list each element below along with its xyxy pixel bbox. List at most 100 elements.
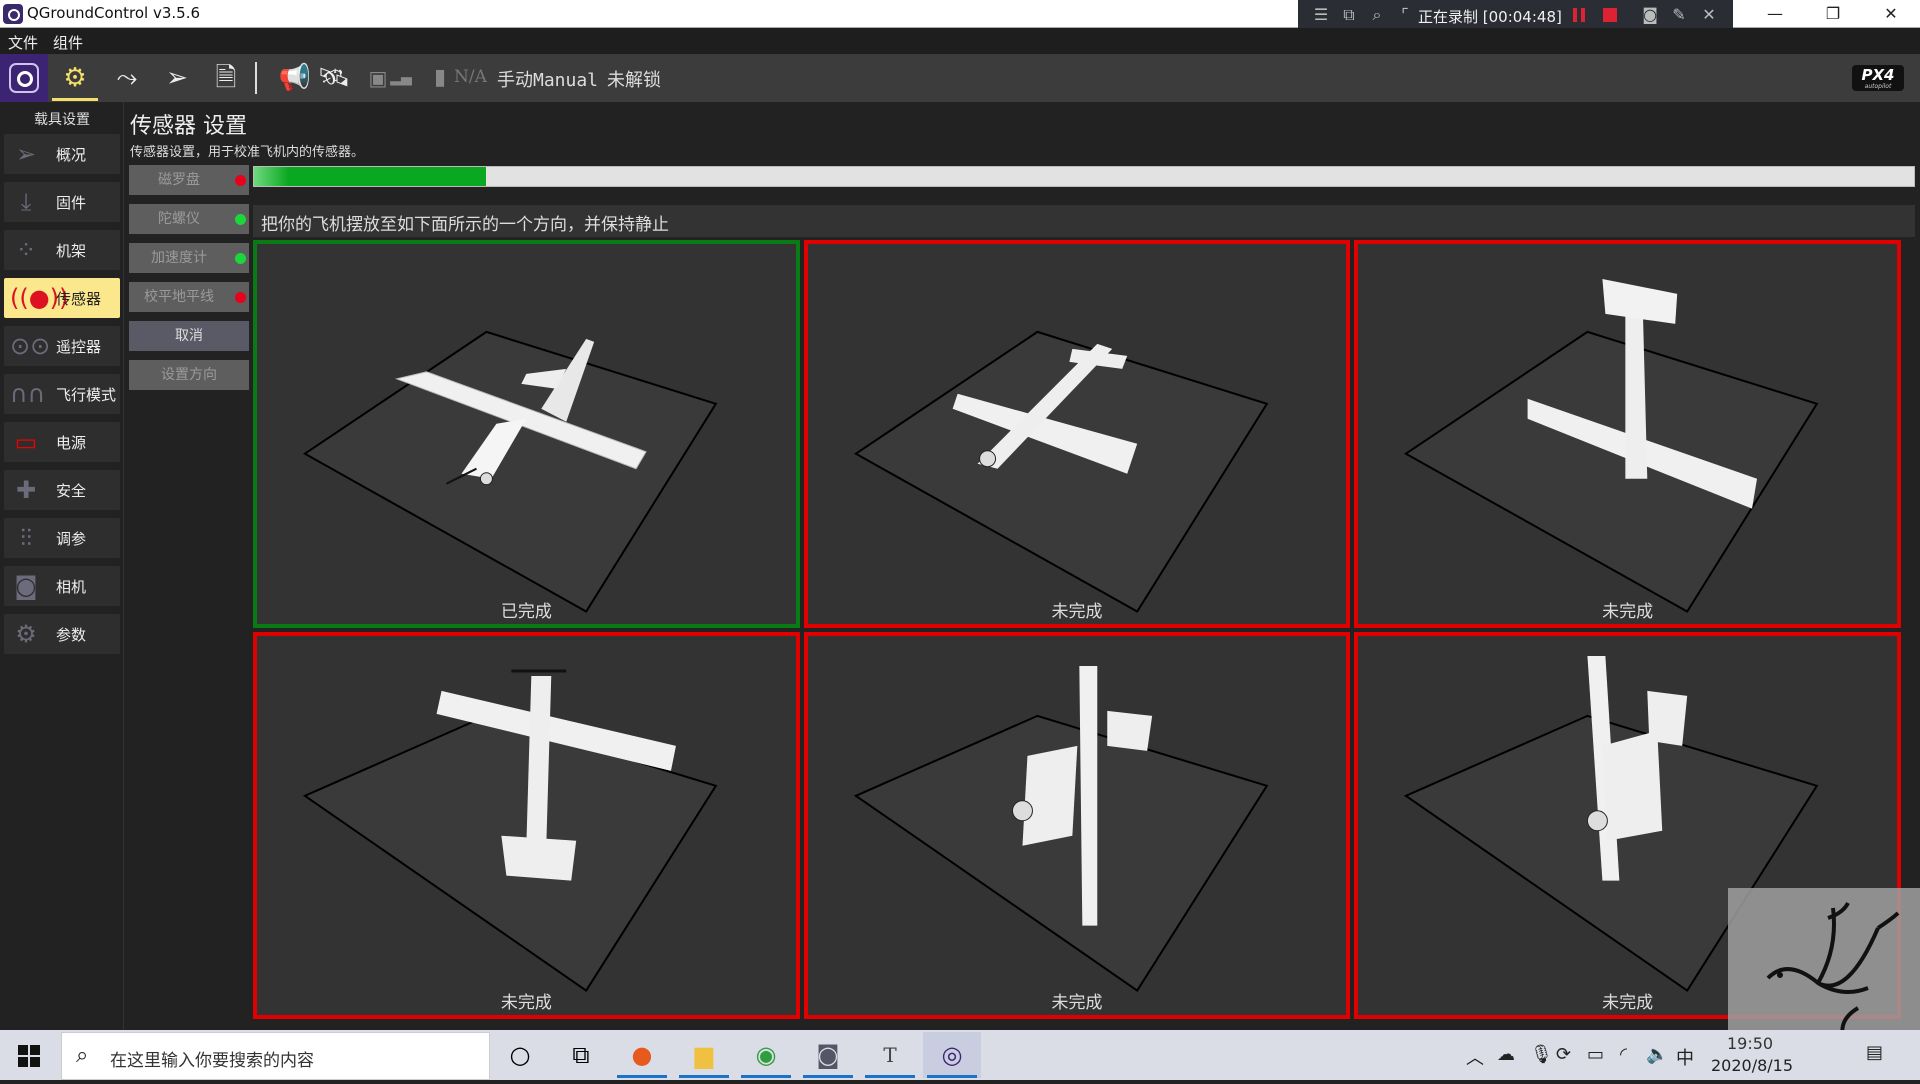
cortana-button[interactable]: ○ bbox=[491, 1032, 549, 1078]
flight-mode-wave-icon: ∩∩ bbox=[10, 380, 46, 408]
onedrive-icon[interactable]: ☁ bbox=[1497, 1044, 1515, 1065]
tray-overflow-icon[interactable]: ︿ bbox=[1466, 1044, 1484, 1070]
sidebar-item-label: 传感器 bbox=[56, 290, 102, 308]
sidebar-item-parameters[interactable]: ⚙ 参数 bbox=[4, 614, 120, 654]
taskbar-app-qgroundcontrol[interactable]: ◎ bbox=[923, 1032, 981, 1078]
taskbar-app-camera[interactable]: ◙ bbox=[799, 1032, 857, 1078]
gyroscope-label: 陀螺仪 bbox=[158, 211, 200, 227]
cancel-button[interactable]: 取消 bbox=[129, 321, 249, 351]
stop-icon[interactable] bbox=[1603, 8, 1617, 22]
volume-icon[interactable]: 🔈 bbox=[1646, 1044, 1668, 1065]
sidebar-item-airframe[interactable]: ⁘ 机架 bbox=[4, 230, 120, 270]
orientation-cell-tail-down: 未完成 bbox=[803, 631, 1351, 1019]
menu-bar: 文件 组件 bbox=[0, 28, 1920, 54]
calibration-progress-fill bbox=[254, 167, 487, 186]
sidebar-item-power[interactable]: ▭ 电源 bbox=[4, 422, 120, 462]
sidebar-item-tuning[interactable]: ⫶⫶ 调参 bbox=[4, 518, 120, 558]
taskbar-app-file-explorer[interactable]: ▆ bbox=[675, 1032, 733, 1078]
wifi-icon[interactable]: ◜ bbox=[1620, 1044, 1627, 1065]
toolbar-divider bbox=[255, 62, 257, 94]
minimize-button[interactable]: — bbox=[1746, 0, 1804, 28]
active-tab-indicator bbox=[52, 98, 98, 101]
vehicle-setup-gears-icon[interactable]: ⚙ bbox=[57, 62, 93, 94]
battery-icon[interactable]: ▮ bbox=[425, 62, 455, 94]
sidebar-item-label: 飞行模式 bbox=[56, 386, 117, 404]
arm-status[interactable]: 未解锁 bbox=[607, 66, 661, 92]
taskbar-search-input[interactable]: ⌕ 在这里输入你要搜索的内容 bbox=[61, 1032, 490, 1080]
orientation-status: 未完成 bbox=[500, 993, 552, 1013]
ime-indicator[interactable]: 中 bbox=[1676, 1044, 1694, 1070]
region-select-icon[interactable]: ⌜ bbox=[1396, 6, 1414, 24]
megaphone-icon[interactable]: 📢 bbox=[277, 62, 313, 94]
sidebar-item-camera[interactable]: ◙ 相机 bbox=[4, 566, 120, 606]
taskbar-app-firefox[interactable]: ● bbox=[613, 1032, 671, 1078]
orientation-status: 未完成 bbox=[1602, 601, 1654, 622]
sidebar-item-safety[interactable]: ✚ 安全 bbox=[4, 470, 120, 510]
sidebar-item-sensors[interactable]: ((●)) 传感器 bbox=[4, 278, 120, 318]
main-toolbar: ⚙ ⤳ ➢ 🗎 📢 🛰 ▣ ▂▄ ▮ N/A 手动Manual 未解锁 PX4 a… bbox=[0, 54, 1920, 102]
sidebar-item-flight-modes[interactable]: ∩∩ 飞行模式 bbox=[4, 374, 120, 414]
px4-logo-subtext: autopilot bbox=[1864, 83, 1892, 90]
orientation-cell-upside-down: 未完成 bbox=[253, 631, 800, 1019]
maximize-button[interactable]: ❐ bbox=[1804, 0, 1862, 28]
menu-file[interactable]: 文件 bbox=[8, 32, 38, 53]
signal-bars-icon: ▂▄ bbox=[390, 70, 412, 86]
start-button[interactable] bbox=[18, 1045, 40, 1067]
taskbar-app-chrome[interactable]: ◉ bbox=[737, 1032, 795, 1078]
orientation-render bbox=[1404, 278, 1819, 613]
orientation-status: 已完成 bbox=[500, 601, 552, 622]
camera-icon[interactable]: ◙ bbox=[1641, 6, 1659, 24]
ground-plane bbox=[853, 330, 1269, 613]
orientation-render bbox=[302, 668, 718, 992]
window-select-icon[interactable]: ⧉ bbox=[1340, 6, 1358, 24]
close-icon[interactable]: ✕ bbox=[1700, 6, 1718, 24]
close-button[interactable]: ✕ bbox=[1862, 0, 1920, 28]
recording-status: 正在录制 [00:04:48] bbox=[1418, 8, 1562, 26]
clock-date[interactable]: 2020/8/15 bbox=[1711, 1056, 1793, 1075]
menu-widgets[interactable]: 组件 bbox=[53, 32, 83, 53]
calibration-progress-bar bbox=[253, 166, 1915, 187]
sidebar-header: 载具设置 bbox=[34, 112, 90, 128]
compass-status-dot bbox=[235, 175, 246, 186]
task-view-button[interactable]: ⧉ bbox=[552, 1032, 610, 1078]
flight-mode-selector[interactable]: 手动Manual bbox=[497, 66, 598, 92]
fly-paper-plane-icon[interactable]: ➢ bbox=[159, 62, 195, 94]
menu-icon[interactable]: ☰ bbox=[1312, 6, 1330, 24]
sidebar-item-firmware[interactable]: ⤓ 固件 bbox=[4, 182, 120, 222]
region-zoom-icon[interactable]: ⌕ bbox=[1368, 6, 1386, 24]
sidebar-item-radio[interactable]: ⊙⊙ 遥控器 bbox=[4, 326, 120, 366]
qgc-app-icon bbox=[3, 4, 23, 24]
pause-icon[interactable] bbox=[1573, 8, 1585, 22]
orientation-status: 未完成 bbox=[1051, 993, 1103, 1013]
gyroscope-button[interactable]: 陀螺仪 bbox=[129, 204, 249, 234]
update-icon[interactable]: ⟳ bbox=[1556, 1044, 1571, 1065]
qgc-logo-button[interactable] bbox=[0, 54, 48, 102]
taskbar-app-typora[interactable]: T bbox=[861, 1032, 919, 1078]
power-battery-icon[interactable]: ▭ bbox=[1587, 1044, 1604, 1065]
orientation-cell-right-side: 未完成 bbox=[803, 240, 1351, 628]
orientation-cell-nose-down: 未完成 bbox=[1354, 240, 1901, 628]
set-orientation-button[interactable]: 设置方向 bbox=[129, 360, 249, 390]
microphone-icon[interactable]: 🎙 bbox=[1530, 1044, 1553, 1065]
sidebar-item-label: 电源 bbox=[56, 434, 87, 452]
analyze-document-icon[interactable]: 🗎 bbox=[208, 62, 244, 94]
pen-icon[interactable]: ✎ bbox=[1670, 6, 1688, 24]
ground-plane bbox=[1404, 330, 1819, 613]
windows-logo-icon bbox=[18, 1057, 28, 1067]
sidebar-item-summary[interactable]: ➢ 概况 bbox=[4, 134, 120, 174]
accelerometer-button[interactable]: 加速度计 bbox=[129, 243, 249, 273]
level-horizon-button[interactable]: 校平地平线 bbox=[129, 282, 249, 312]
calibration-instruction: 把你的飞机摆放至如下面所示的一个方向，并保持静止 bbox=[253, 205, 1915, 237]
orientation-cell-level: 已完成 bbox=[253, 240, 800, 628]
plan-route-icon[interactable]: ⤳ bbox=[109, 62, 145, 94]
gyroscope-status-dot bbox=[235, 214, 246, 225]
compass-label: 磁罗盘 bbox=[158, 172, 200, 188]
sensor-broadcast-icon: ((●)) bbox=[10, 284, 69, 312]
sidebar-item-label: 调参 bbox=[56, 530, 87, 548]
clock-time[interactable]: 19:50 bbox=[1727, 1034, 1773, 1053]
task-view-icon: ⧉ bbox=[572, 1041, 590, 1069]
orientation-grid: 已完成 未完成 未完成 未完成 未完成 未完成 bbox=[253, 240, 1901, 1019]
gps-satellite-icon[interactable]: 🛰 bbox=[316, 62, 352, 94]
compass-button[interactable]: 磁罗盘 bbox=[129, 165, 249, 195]
notifications-icon[interactable]: ▤ bbox=[1866, 1042, 1883, 1063]
